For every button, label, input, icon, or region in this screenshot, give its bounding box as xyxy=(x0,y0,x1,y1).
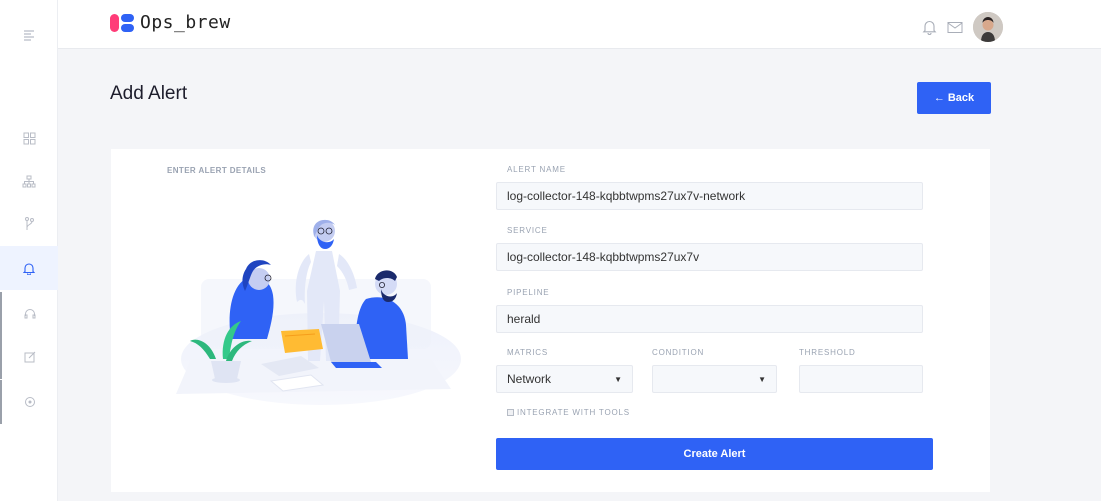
sidebar-item-edit[interactable] xyxy=(0,335,58,379)
alert-name-label: ALERT NAME xyxy=(507,165,566,174)
edit-icon xyxy=(24,351,36,363)
alert-name-value: log-collector-148-kqbbtwpms27ux7v-networ… xyxy=(507,189,746,203)
checkbox-box[interactable] xyxy=(507,409,514,416)
logo-mark-icon xyxy=(110,13,134,32)
headset-icon xyxy=(24,309,36,319)
threshold-label: THRESHOLD xyxy=(799,348,856,357)
dashboard-grid-icon xyxy=(23,132,35,144)
target-icon xyxy=(25,397,35,407)
section-label: ENTER ALERT DETAILS xyxy=(167,166,267,175)
app-logo[interactable]: Ops_brew xyxy=(110,12,231,33)
notifications-button[interactable] xyxy=(922,19,937,35)
pipeline-value: herald xyxy=(507,312,541,326)
sidebar-item-hierarchy[interactable] xyxy=(0,159,58,203)
service-input[interactable]: log-collector-148-kqbbtwpms27ux7v xyxy=(496,243,923,271)
avatar[interactable] xyxy=(973,12,1003,42)
menu-icon xyxy=(24,30,34,41)
alert-form-card: ENTER ALERT DETAILS ALERT NAME log-colle… xyxy=(111,149,990,492)
sidebar-item-pipelines[interactable] xyxy=(0,202,58,246)
messages-button[interactable] xyxy=(947,21,963,34)
service-label: SERVICE xyxy=(507,226,548,235)
user-photo-icon xyxy=(973,12,1003,42)
topbar: Ops_brew xyxy=(58,0,1101,49)
menu-toggle[interactable] xyxy=(0,13,58,57)
hierarchy-icon xyxy=(22,175,36,187)
bell-icon xyxy=(922,20,937,35)
condition-select[interactable]: ▼ xyxy=(652,365,777,393)
sidebar-item-support[interactable] xyxy=(0,292,58,336)
caret-down-icon: ▼ xyxy=(614,374,622,384)
sidebar-item-dashboard[interactable] xyxy=(0,116,58,160)
back-button[interactable]: ← Back xyxy=(917,82,991,114)
matrics-value: Network xyxy=(507,372,552,386)
integrate-tools-checkbox[interactable]: INTEGRATE WITH TOOLS xyxy=(507,408,630,417)
integrate-tools-label: INTEGRATE WITH TOOLS xyxy=(517,408,630,417)
threshold-input[interactable] xyxy=(799,365,923,393)
caret-down-icon: ▼ xyxy=(758,374,766,384)
app-name: Ops_brew xyxy=(140,12,231,33)
sidebar xyxy=(0,0,58,501)
alert-name-input[interactable]: log-collector-148-kqbbtwpms27ux7v-networ… xyxy=(496,182,923,210)
sidebar-item-settings[interactable] xyxy=(0,380,58,424)
branch-icon xyxy=(25,217,34,230)
pipeline-label: PIPELINE xyxy=(507,288,550,297)
matrics-select[interactable]: Network ▼ xyxy=(496,365,633,393)
page-title: Add Alert xyxy=(110,83,188,104)
pipeline-input[interactable]: herald xyxy=(496,305,923,333)
create-alert-button[interactable]: Create Alert xyxy=(496,438,933,470)
service-value: log-collector-148-kqbbtwpms27ux7v xyxy=(507,250,700,264)
mail-icon xyxy=(947,21,963,33)
topbar-actions xyxy=(922,12,1003,42)
arrow-left-icon: ← xyxy=(933,92,945,104)
condition-label: CONDITION xyxy=(652,348,705,357)
bell-icon xyxy=(23,262,35,275)
back-button-label: Back xyxy=(947,92,975,104)
matrics-label: MATRICS xyxy=(507,348,549,357)
sidebar-item-alerts[interactable] xyxy=(0,246,58,290)
team-illustration xyxy=(176,219,461,405)
